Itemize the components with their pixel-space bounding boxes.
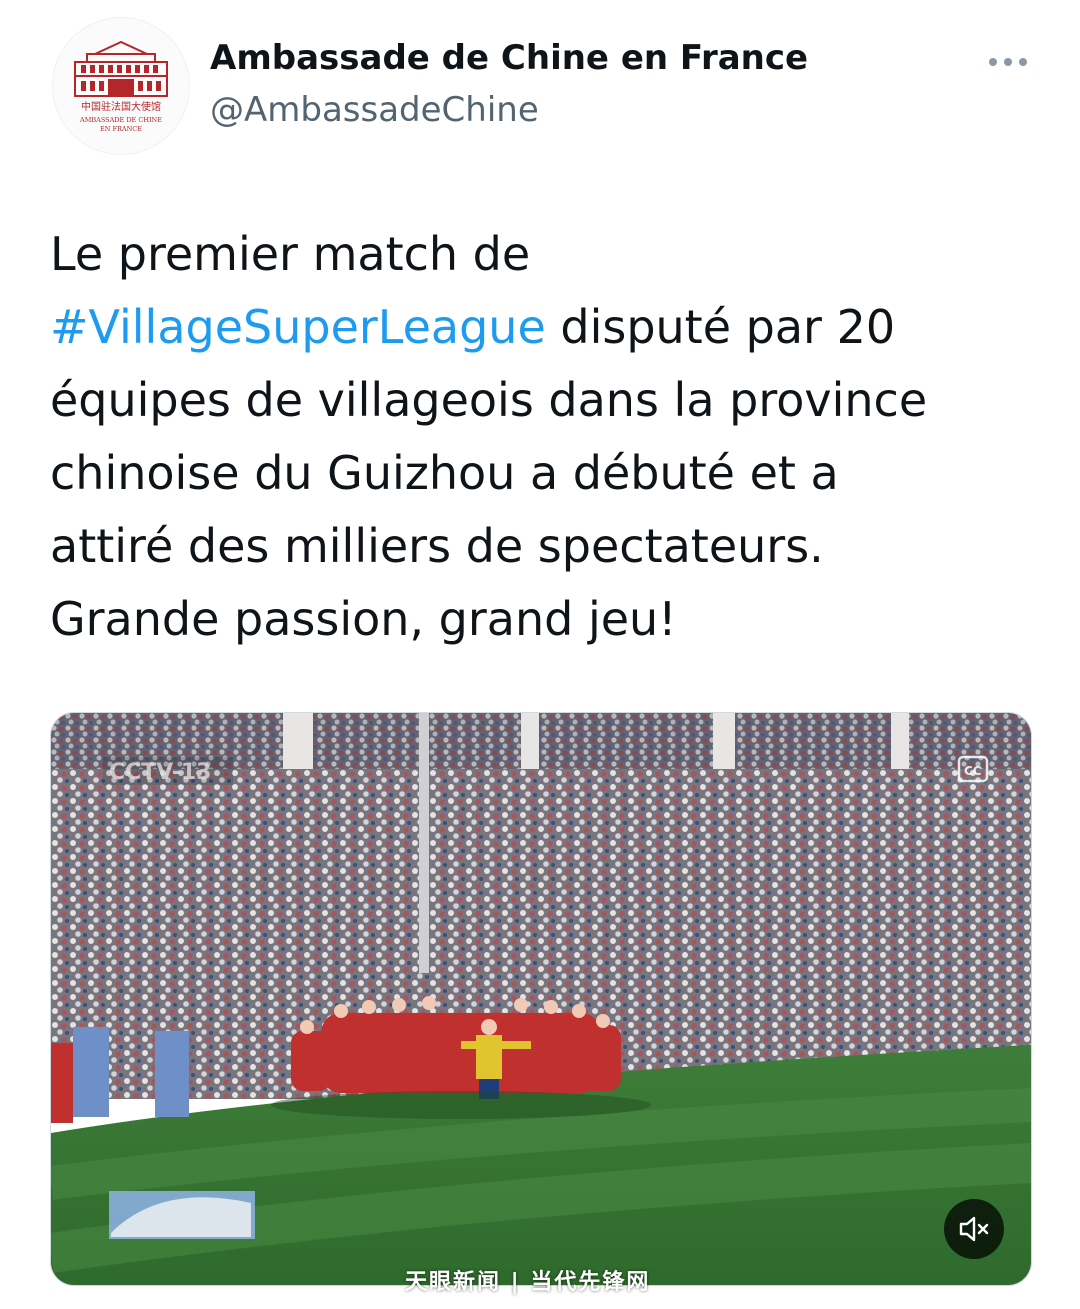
- svg-text:CC: CC: [964, 764, 982, 778]
- tweet-text-fragment: disputé par 20: [545, 300, 896, 354]
- tweet-text-line: #VillageSuperLeague disputé par 20: [50, 291, 1040, 364]
- tweet-text-line: Grande passion, grand jeu!: [50, 592, 677, 646]
- tweet-card: 中国驻法国大使馆 AMBASSADE DE CHINE EN FRANCE Am…: [0, 0, 1080, 1309]
- avatar-line-cn: 中国驻法国大使馆: [81, 100, 161, 113]
- tweet-text: Le premier match de #VillageSuperLeague …: [50, 218, 1040, 656]
- speaker-muted-icon: [959, 1216, 989, 1242]
- author-handle[interactable]: @AmbassadeChine: [210, 90, 539, 130]
- tweet-text-line: Le premier match de: [50, 227, 531, 281]
- tweet-text-line: équipes de villageois dans la province: [50, 373, 928, 427]
- more-options-icon[interactable]: [986, 54, 1030, 70]
- avatar-line-fr-2: EN FRANCE: [100, 125, 142, 133]
- mute-button[interactable]: [944, 1199, 1004, 1259]
- tweet-text-line: chinoise du Guizhou a débuté et a: [50, 446, 839, 500]
- author-avatar[interactable]: 中国驻法国大使馆 AMBASSADE DE CHINE EN FRANCE: [52, 17, 190, 155]
- embassy-logo-icon: 中国驻法国大使馆 AMBASSADE DE CHINE EN FRANCE: [74, 40, 168, 133]
- stadium-video-frame: CCTV-13 CC: [51, 713, 1031, 1285]
- svg-text:CCTV-13: CCTV-13: [109, 760, 211, 785]
- tweet-video[interactable]: CCTV-13 CC: [50, 712, 1032, 1286]
- avatar-line-fr-1: AMBASSADE DE CHINE: [79, 116, 162, 124]
- source-watermark: 天眼新闻 | 当代先锋网: [405, 1270, 651, 1295]
- hashtag-link[interactable]: #VillageSuperLeague: [50, 300, 546, 354]
- author-name[interactable]: Ambassade de Chine en France: [210, 38, 808, 78]
- tweet-text-line: attiré des milliers de spectateurs.: [50, 519, 824, 573]
